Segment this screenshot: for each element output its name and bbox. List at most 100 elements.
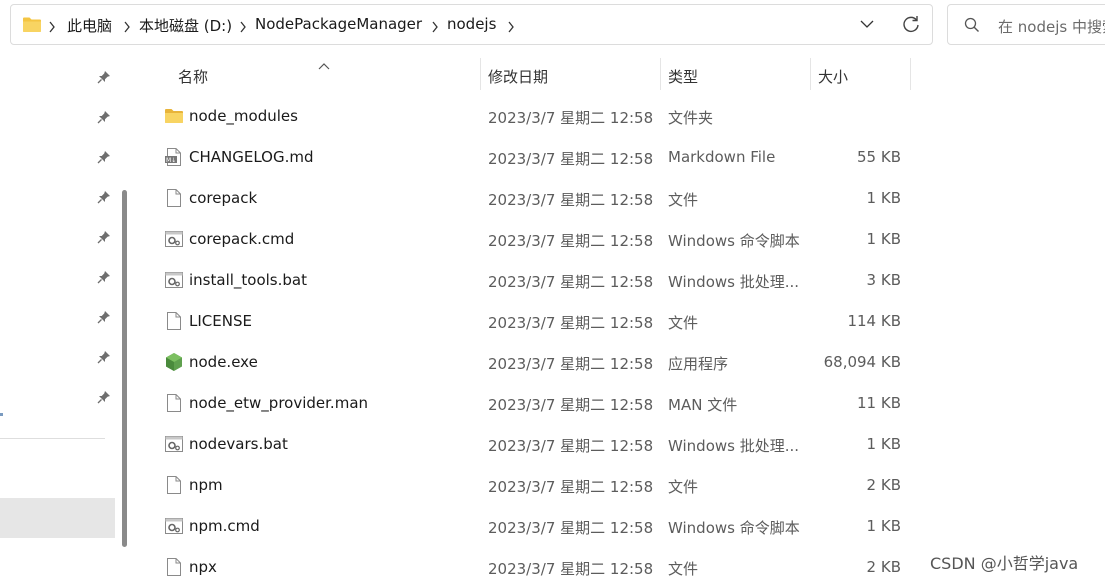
file-row[interactable]: node.exe 2023/3/7 星期二 12:58 应用程序 68,094 … <box>150 342 910 383</box>
nav-indicator <box>0 413 3 416</box>
file-date: 2023/3/7 星期二 12:58 <box>488 355 654 373</box>
nav-divider <box>0 438 105 439</box>
file-name: corepack <box>189 189 258 207</box>
file-row[interactable]: LICENSE 2023/3/7 星期二 12:58 文件 114 KB <box>150 301 910 342</box>
history-dropdown-icon[interactable] <box>859 16 875 36</box>
script-icon <box>164 434 184 454</box>
file-name: npm.cmd <box>189 517 260 535</box>
file-icon <box>164 475 184 495</box>
file-row[interactable]: install_tools.bat 2023/3/7 星期二 12:58 Win… <box>150 260 910 301</box>
file-name: node_etw_provider.man <box>189 394 369 412</box>
file-row[interactable]: node_modules 2023/3/7 星期二 12:58 文件夹 <box>150 96 910 137</box>
search-box[interactable]: 在 nodejs 中搜索 <box>947 4 1105 45</box>
pin-icon[interactable] <box>97 390 111 408</box>
file-date: 2023/3/7 星期二 12:58 <box>488 437 654 455</box>
file-date: 2023/3/7 星期二 12:58 <box>488 478 654 496</box>
column-header-size[interactable]: 大小 <box>818 66 848 87</box>
column-divider[interactable] <box>660 58 661 90</box>
markdown-file-icon: M↓ <box>164 147 184 167</box>
file-icon <box>164 188 184 208</box>
file-size: 1 KB <box>866 189 901 207</box>
file-row[interactable]: npm 2023/3/7 星期二 12:58 文件 2 KB <box>150 465 910 506</box>
file-size: 11 KB <box>857 394 901 412</box>
svg-text:M↓: M↓ <box>166 157 176 164</box>
column-divider[interactable] <box>910 58 911 90</box>
file-date: 2023/3/7 星期二 12:58 <box>488 273 654 291</box>
pin-icon[interactable] <box>97 110 111 128</box>
breadcrumb-nodepackagemanager[interactable]: NodePackageManager <box>255 15 422 33</box>
file-icon <box>164 393 184 413</box>
pin-icon[interactable] <box>97 230 111 248</box>
column-header-name[interactable]: 名称 <box>178 66 208 87</box>
nav-selected-item[interactable] <box>0 498 115 538</box>
file-name: npm <box>189 476 223 494</box>
search-placeholder: 在 nodejs 中搜索 <box>998 18 1105 36</box>
column-divider[interactable] <box>810 58 811 90</box>
breadcrumb-nodejs[interactable]: nodejs <box>447 15 496 33</box>
file-size: 114 KB <box>847 312 901 330</box>
file-date: 2023/3/7 星期二 12:58 <box>488 150 654 168</box>
breadcrumb-drive-d[interactable]: 本地磁盘 (D:) <box>139 15 232 36</box>
pin-icon[interactable] <box>97 350 111 368</box>
search-icon <box>964 17 980 37</box>
column-divider[interactable] <box>480 58 481 90</box>
chevron-right-icon <box>431 19 439 37</box>
file-row[interactable]: corepack.cmd 2023/3/7 星期二 12:58 Windows … <box>150 219 910 260</box>
file-size: 3 KB <box>866 271 901 289</box>
file-size: 2 KB <box>866 558 901 576</box>
file-type: Markdown File <box>668 148 776 166</box>
column-header-date[interactable]: 修改日期 <box>488 66 548 87</box>
pin-icon[interactable] <box>97 310 111 328</box>
node-exe-icon <box>164 352 184 372</box>
file-date: 2023/3/7 星期二 12:58 <box>488 519 654 537</box>
file-type: 文件 <box>668 478 699 496</box>
file-size: 1 KB <box>866 517 901 535</box>
nav-scrollbar[interactable] <box>122 190 127 547</box>
address-bar[interactable]: 此电脑 本地磁盘 (D:) NodePackageManager nodejs <box>10 4 933 45</box>
file-icon <box>164 311 184 331</box>
watermark: CSDN @小哲学java <box>930 554 1079 573</box>
file-name: nodevars.bat <box>189 435 288 453</box>
file-row[interactable]: node_etw_provider.man 2023/3/7 星期二 12:58… <box>150 383 910 424</box>
file-type: MAN 文件 <box>668 396 738 414</box>
file-name: CHANGELOG.md <box>189 148 314 166</box>
pin-icon[interactable] <box>97 190 111 208</box>
pin-icon[interactable] <box>97 150 111 168</box>
script-icon <box>164 516 184 536</box>
file-name: LICENSE <box>189 312 252 330</box>
file-type: Windows 命令脚本 <box>668 232 800 250</box>
file-date: 2023/3/7 星期二 12:58 <box>488 560 654 578</box>
sort-ascending-icon <box>318 56 330 74</box>
file-name: node.exe <box>189 353 258 371</box>
pin-icon[interactable] <box>97 270 111 288</box>
file-type: 文件 <box>668 314 699 332</box>
file-type: Windows 命令脚本 <box>668 519 800 537</box>
file-row[interactable]: corepack 2023/3/7 星期二 12:58 文件 1 KB <box>150 178 910 219</box>
file-row[interactable]: npm.cmd 2023/3/7 星期二 12:58 Windows 命令脚本 … <box>150 506 910 547</box>
column-header-type[interactable]: 类型 <box>668 66 698 87</box>
refresh-icon[interactable] <box>901 14 921 38</box>
file-row[interactable]: nodevars.bat 2023/3/7 星期二 12:58 Windows … <box>150 424 910 465</box>
chevron-right-icon <box>239 19 247 37</box>
chevron-right-icon <box>48 19 56 37</box>
chevron-right-icon[interactable] <box>507 19 515 37</box>
pin-icon[interactable] <box>97 70 111 88</box>
file-date: 2023/3/7 星期二 12:58 <box>488 396 654 414</box>
file-name: npx <box>189 558 217 576</box>
file-name: node_modules <box>189 107 298 125</box>
folder-icon <box>22 16 42 37</box>
file-size: 1 KB <box>866 230 901 248</box>
file-name: install_tools.bat <box>189 271 307 289</box>
file-size: 2 KB <box>866 476 901 494</box>
file-type: 文件 <box>668 560 699 578</box>
chevron-right-icon <box>123 19 131 37</box>
file-type: 文件夹 <box>668 109 714 127</box>
file-date: 2023/3/7 星期二 12:58 <box>488 191 654 209</box>
breadcrumb-this-pc[interactable]: 此电脑 <box>67 15 112 36</box>
script-icon <box>164 270 184 290</box>
file-size: 55 KB <box>857 148 901 166</box>
file-row[interactable]: npx 2023/3/7 星期二 12:58 文件 2 KB <box>150 547 910 580</box>
file-icon <box>164 557 184 577</box>
file-date: 2023/3/7 星期二 12:58 <box>488 232 654 250</box>
file-row[interactable]: M↓ CHANGELOG.md 2023/3/7 星期二 12:58 Markd… <box>150 137 910 178</box>
